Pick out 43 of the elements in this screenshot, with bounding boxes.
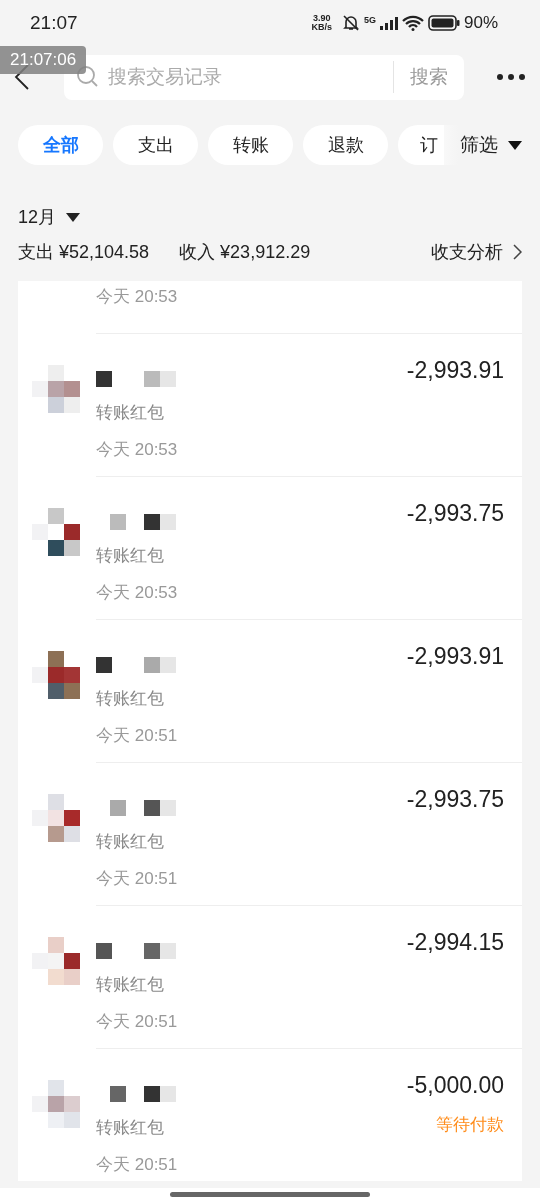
signal-icon [379, 15, 398, 30]
filter-tab[interactable]: 退款 [303, 125, 388, 165]
caret-icon [508, 140, 522, 150]
transaction-time: 今天 20:53 [96, 439, 179, 461]
transaction-category: 转账红包 [96, 1117, 165, 1139]
income-total: 收入 ¥23,912.29 [179, 241, 312, 264]
bell-muted-icon [341, 13, 360, 32]
transaction-category: 转账红包 [96, 402, 165, 424]
clock: 21:07 [30, 11, 79, 34]
transaction-category: 转账红包 [96, 545, 165, 567]
chevron-right-icon [513, 244, 522, 260]
expense-total: 支出 ¥52,104.58 [18, 241, 150, 264]
transaction-amount: -2,993.75 [406, 500, 504, 527]
recording-timestamp: 21:07:06 [0, 46, 87, 74]
home-indicator[interactable] [170, 1191, 370, 1197]
network-type: 5G [363, 14, 376, 25]
network-speed: 3.90 KB/s [311, 13, 332, 32]
transaction-amount: -2,993.91 [406, 357, 504, 384]
analysis-link[interactable]: 收支分析 [431, 240, 522, 264]
battery-icon [427, 14, 460, 31]
transaction-category: 转账红包 [96, 688, 165, 710]
transaction-amount: -5,000.00 [406, 1072, 504, 1099]
more-icon[interactable] [496, 73, 526, 81]
transaction-category: 转账红包 [96, 831, 165, 853]
transaction-time: 今天 20:51 [96, 725, 179, 747]
month-selector[interactable]: 12月 [18, 205, 81, 229]
search-icon [76, 65, 100, 89]
filter-tab[interactable]: 转账 [208, 125, 293, 165]
transaction-amount: -2,993.75 [406, 786, 504, 813]
filter-tab[interactable]: 全部 [18, 125, 103, 165]
transaction-category: 转账红包 [96, 974, 165, 996]
transaction-time: 今天 20:53 [96, 582, 179, 604]
transaction-time: 今天 20:51 [96, 1011, 179, 1033]
wifi-icon [401, 14, 424, 31]
caret-icon [66, 212, 81, 222]
transaction-amount: -2,993.91 [406, 643, 504, 670]
filter-tab[interactable]: 支出 [113, 125, 198, 165]
battery-level: 90% [463, 12, 498, 33]
transaction-time: 今天 20:51 [96, 868, 179, 890]
transaction-amount: -2,994.15 [406, 929, 504, 956]
payment-status: 等待付款 [436, 1114, 504, 1136]
transaction-time: 今天 20:53 [96, 287, 178, 306]
transaction-time: 今天 20:51 [96, 1154, 179, 1176]
